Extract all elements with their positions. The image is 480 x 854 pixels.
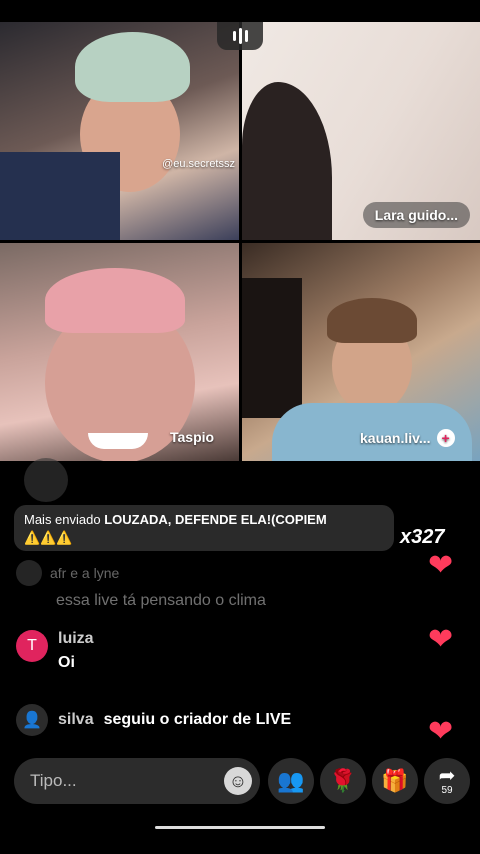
comment-text: seguiu o criador de LIVE [103, 711, 292, 728]
banner-message: LOUZADA, DEFENDE ELA!(COPIEM [104, 512, 327, 527]
tile-username: Lara guido... [362, 202, 470, 228]
follow-plus-icon[interactable]: + [436, 429, 455, 447]
video-tile-2[interactable]: Lara guido... [242, 22, 480, 240]
user-follow-icon: 👤 [16, 704, 48, 736]
video-tile-3[interactable]: Taspio [0, 243, 239, 461]
comment-user: afr e a lyne [50, 565, 120, 581]
cap [45, 268, 185, 333]
video-grid: @eu.secretssz Lara guido... Taspio kauan… [0, 22, 480, 462]
smile [88, 433, 148, 449]
follow-notice: 👤 silva seguiu o criador de LIVE [16, 704, 291, 736]
blanket [0, 152, 120, 240]
tile-username-row: kauan.liv... + [360, 429, 455, 447]
video-tile-4[interactable]: kauan.liv... + [242, 243, 480, 461]
comment-item: T luiza Oi [16, 630, 94, 672]
gift-avatar [24, 458, 68, 502]
comment-text: essa live tá pensando o clima [56, 592, 266, 609]
tile-username: Taspio [170, 429, 215, 445]
share-count: 59 [441, 785, 453, 796]
heart-icon: ❤ [428, 715, 454, 748]
avatar [16, 560, 42, 586]
banner-prefix: Mais enviado [24, 512, 101, 527]
comment-user: luiza [58, 630, 94, 647]
comment-text: Oi [58, 654, 75, 671]
tile-username: @eu.secretssz [162, 158, 235, 170]
cap [75, 32, 190, 102]
comment-input[interactable]: Tipo... ☺ [14, 758, 260, 804]
person-hair [242, 82, 332, 240]
heart-icon: ❤ [428, 549, 454, 582]
video-tile-1[interactable]: @eu.secretssz [0, 22, 239, 240]
rose-icon[interactable]: 🌹 [320, 758, 366, 804]
heart-icon: ❤ [428, 623, 454, 656]
avatar: T [16, 630, 48, 662]
emoji-icon[interactable]: ☺ [224, 767, 252, 795]
comment-item: afr e a lyne essa live tá pensando o cli… [16, 560, 266, 610]
tile-username: kauan.liv... [360, 430, 431, 446]
gift-count: x327 [400, 526, 445, 548]
comment-user: silva [58, 711, 94, 728]
hair [327, 298, 417, 343]
guests-icon[interactable]: 👥 [268, 758, 314, 804]
layout-toggle-icon[interactable] [217, 22, 263, 50]
share-icon[interactable]: ➦ 59 [424, 758, 470, 804]
home-indicator[interactable] [155, 826, 325, 829]
warning-emoji: ⚠️⚠️⚠️ [24, 530, 73, 545]
gift-icon[interactable]: 🎁 [372, 758, 418, 804]
dark-panel [242, 278, 302, 418]
top-gift-banner: Mais enviado LOUZADA, DEFENDE ELA!(COPIE… [14, 505, 394, 551]
bottom-bar: Tipo... ☺ 👥 🌹 🎁 ➦ 59 [0, 756, 480, 808]
